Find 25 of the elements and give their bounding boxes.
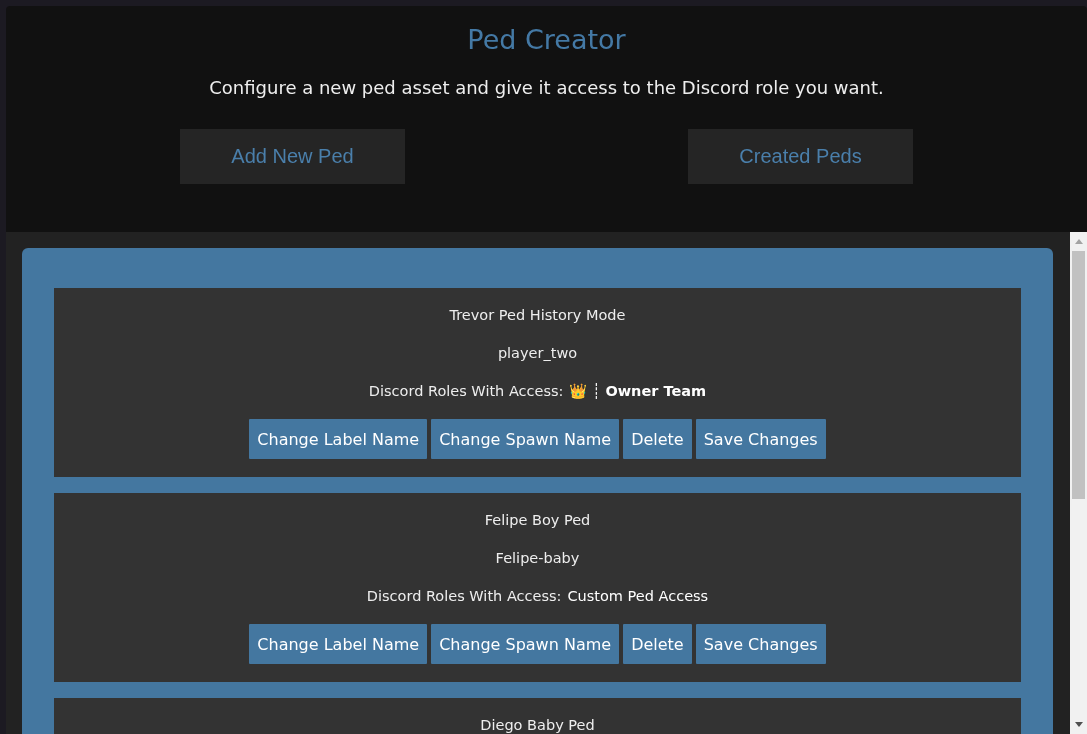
scrollbar[interactable] [1070,232,1087,734]
action-button[interactable]: Change Spawn Name [431,419,620,459]
ped-label: Felipe Boy Ped [484,511,591,530]
role-name: 👑 ┊ Owner Team [569,382,707,401]
action-button[interactable]: Save Changes [695,624,826,664]
role-name: Custom Ped Access [567,587,709,606]
action-button[interactable]: Delete [623,419,692,459]
page-title: Ped Creator [467,24,626,55]
ped-label: Diego Baby Ped [480,716,595,734]
scroll-up-icon[interactable] [1074,239,1083,244]
action-button[interactable]: Change Label Name [249,419,428,459]
roles-label: Discord Roles With Access: [368,382,564,401]
action-button[interactable]: Save Changes [695,419,826,459]
scroll-down-icon[interactable] [1074,722,1083,727]
ped-spawn-name: player_two [497,344,578,363]
action-button[interactable]: Change Spawn Name [431,624,620,664]
action-button[interactable]: Delete [623,624,692,664]
roles-label: Discord Roles With Access: [366,587,562,606]
page-subtitle: Configure a new ped asset and give it access to the Discord role you want. [209,77,884,98]
scrollbar-thumb[interactable] [1072,251,1085,499]
nav-button[interactable]: Add New Ped [180,129,405,184]
ped-label: Trevor Ped History Mode [449,306,626,325]
ped-spawn-name: Felipe-baby [495,549,580,568]
action-button[interactable]: Change Label Name [249,624,428,664]
nav-button[interactable]: Created Peds [688,129,913,184]
